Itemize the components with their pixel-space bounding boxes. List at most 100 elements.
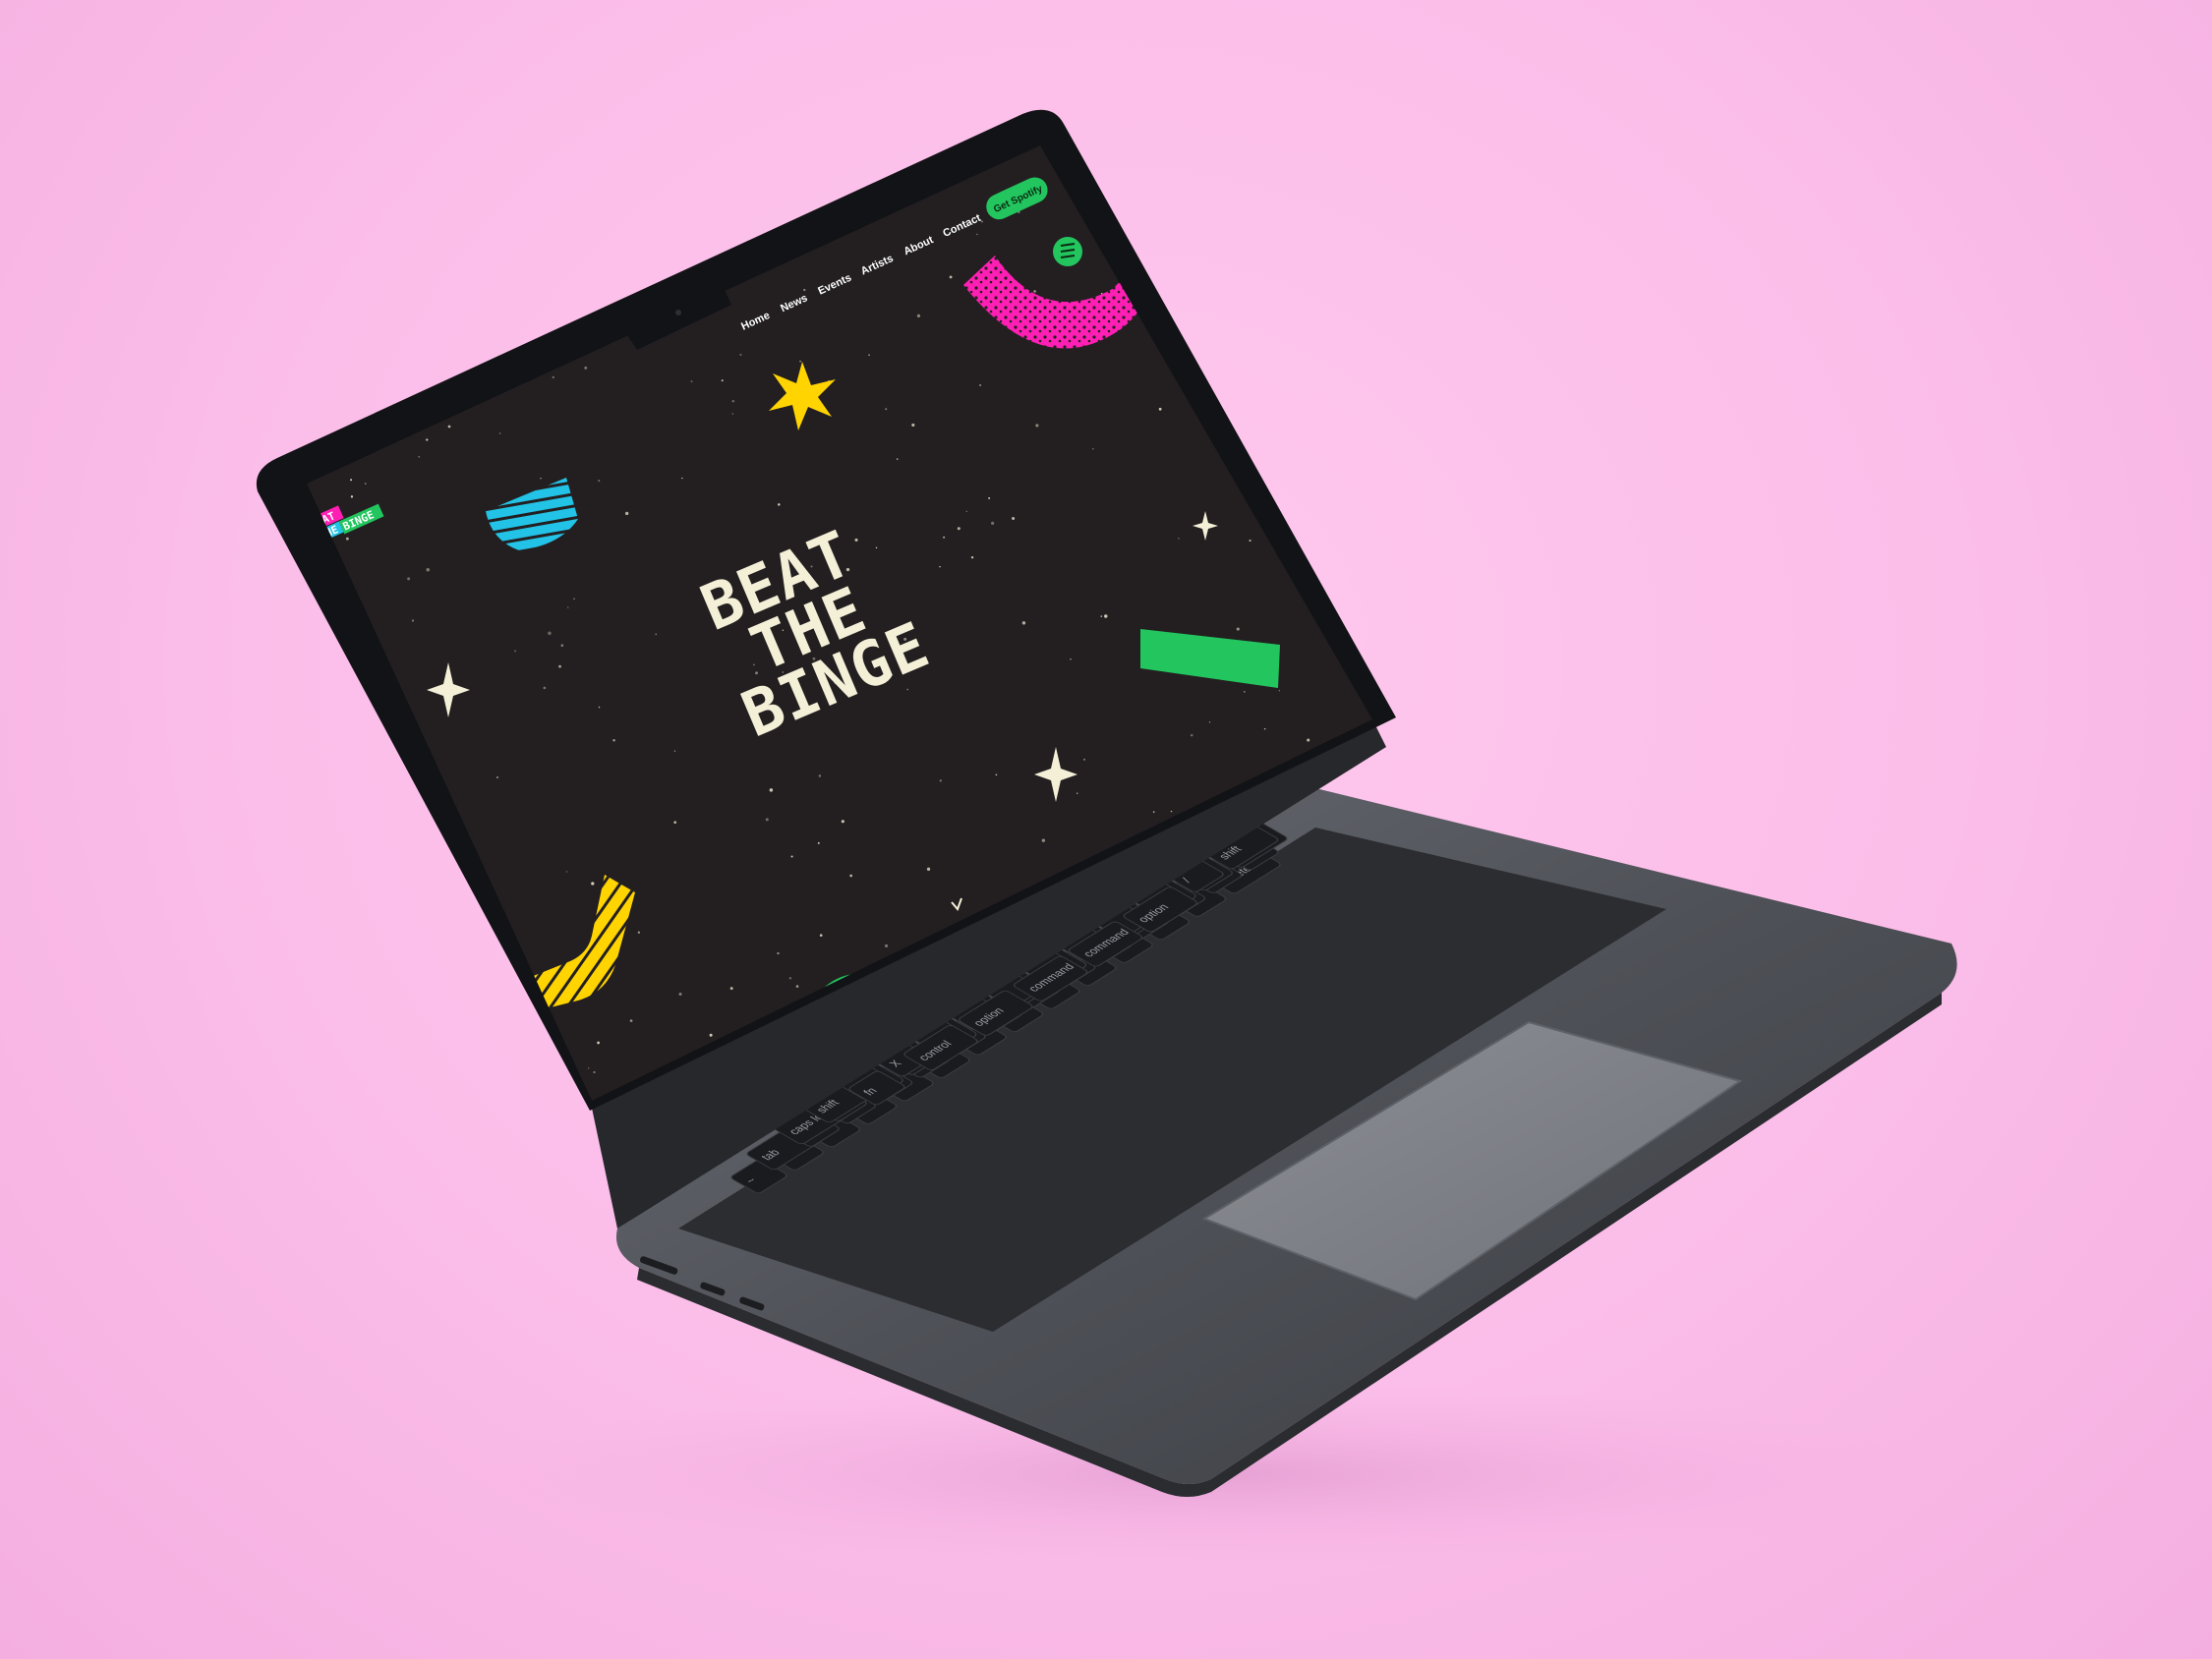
- star-dot: [1041, 838, 1046, 842]
- star-dot: [1278, 690, 1281, 692]
- star-dot: [1229, 167, 1232, 169]
- star-dot: [496, 776, 498, 778]
- star-dot: [372, 352, 375, 355]
- star-dot: [965, 510, 968, 513]
- star-dot: [1092, 448, 1094, 450]
- star-dot: [1263, 727, 1266, 730]
- star-dot: [1165, 160, 1168, 163]
- star-dot: [731, 399, 735, 403]
- star-dot: [426, 568, 431, 572]
- star-dot: [949, 275, 953, 279]
- star-dot: [1208, 721, 1211, 723]
- star-dot: [841, 820, 844, 824]
- star-dot: [673, 750, 676, 752]
- star-dot: [752, 663, 755, 666]
- star-dot: [548, 631, 552, 636]
- star-dot: [1100, 292, 1103, 295]
- star-dot: [885, 408, 888, 411]
- star-dot: [668, 238, 671, 242]
- star-dot: [673, 821, 676, 824]
- star-dot: [598, 480, 601, 483]
- star-dot: [767, 201, 770, 204]
- star-dot: [991, 521, 995, 526]
- star-dot: [819, 934, 823, 937]
- star-dot: [294, 610, 296, 612]
- star-dot: [678, 992, 682, 996]
- star-dot: [1367, 310, 1369, 312]
- star-dot: [1158, 407, 1162, 411]
- star-dot: [601, 181, 605, 185]
- star-dot: [884, 944, 889, 948]
- star-dot: [978, 383, 982, 387]
- star-dot: [658, 163, 660, 165]
- star-dot: [731, 413, 733, 415]
- star-dot: [383, 276, 386, 279]
- star-dot: [411, 619, 415, 622]
- star-dot: [598, 706, 601, 709]
- star-dot: [298, 1088, 301, 1091]
- star-dot: [399, 342, 403, 346]
- star-dot: [849, 874, 852, 878]
- star-dot: [443, 354, 446, 357]
- menu-button[interactable]: [1053, 237, 1082, 266]
- star-dot: [976, 233, 978, 236]
- star-dot: [501, 1073, 503, 1076]
- star-dot: [544, 1056, 547, 1058]
- star-dot: [567, 606, 569, 608]
- star-dot: [939, 779, 942, 782]
- star-dot: [777, 951, 780, 955]
- laptop-mockup-scene: ~1234567890-=deletetabQWERTYUIOP[]\caps …: [256, 109, 1966, 1568]
- star-dot: [447, 425, 451, 429]
- star-dot: [681, 477, 683, 480]
- star-dot: [943, 536, 946, 539]
- star-dot: [1249, 539, 1252, 543]
- star-dot: [904, 159, 907, 162]
- star-dot: [540, 477, 542, 480]
- star-dot: [560, 644, 564, 647]
- star-dot: [721, 379, 724, 382]
- star-dot: [350, 479, 353, 482]
- star-dot: [1338, 430, 1342, 435]
- star-dot: [1170, 810, 1173, 813]
- star-dot: [629, 1019, 633, 1022]
- star-dot: [1345, 452, 1348, 455]
- star-dot: [1243, 690, 1246, 693]
- star-dot: [364, 483, 367, 485]
- star-dot: [591, 882, 595, 886]
- star-dot: [299, 698, 302, 701]
- star-dot: [995, 773, 998, 776]
- star-dot: [1340, 139, 1342, 141]
- star-dot: [817, 841, 820, 844]
- star-dot: [616, 257, 618, 259]
- star-dot: [584, 366, 588, 370]
- star-dot: [1311, 528, 1315, 533]
- star-dot: [818, 774, 822, 777]
- star-dot: [709, 1033, 713, 1037]
- star-dot: [478, 139, 481, 142]
- star-dot: [499, 432, 501, 434]
- star-dot: [345, 537, 349, 541]
- star-dot: [1021, 621, 1026, 625]
- star-dot: [799, 360, 801, 363]
- star-dot: [911, 423, 915, 428]
- star-dot: [1190, 733, 1193, 737]
- star-dot: [440, 148, 444, 152]
- star-dot: [838, 187, 841, 190]
- star-dot: [1070, 658, 1072, 660]
- star-dot: [1272, 472, 1274, 474]
- star-dot: [916, 314, 921, 317]
- star-dot: [970, 556, 974, 559]
- star-dot: [790, 855, 793, 858]
- star-dot: [426, 438, 429, 441]
- star-dot: [1035, 424, 1039, 428]
- star-dot: [1370, 493, 1372, 497]
- star-dot: [1372, 142, 1373, 143]
- star-dot: [588, 1067, 590, 1069]
- star-dot: [729, 987, 733, 991]
- star-dot: [739, 353, 742, 357]
- star-dot: [868, 354, 870, 356]
- star-dot: [988, 496, 991, 499]
- star-dot: [433, 844, 437, 848]
- star-dot: [1307, 738, 1310, 742]
- star-dot: [593, 1070, 596, 1074]
